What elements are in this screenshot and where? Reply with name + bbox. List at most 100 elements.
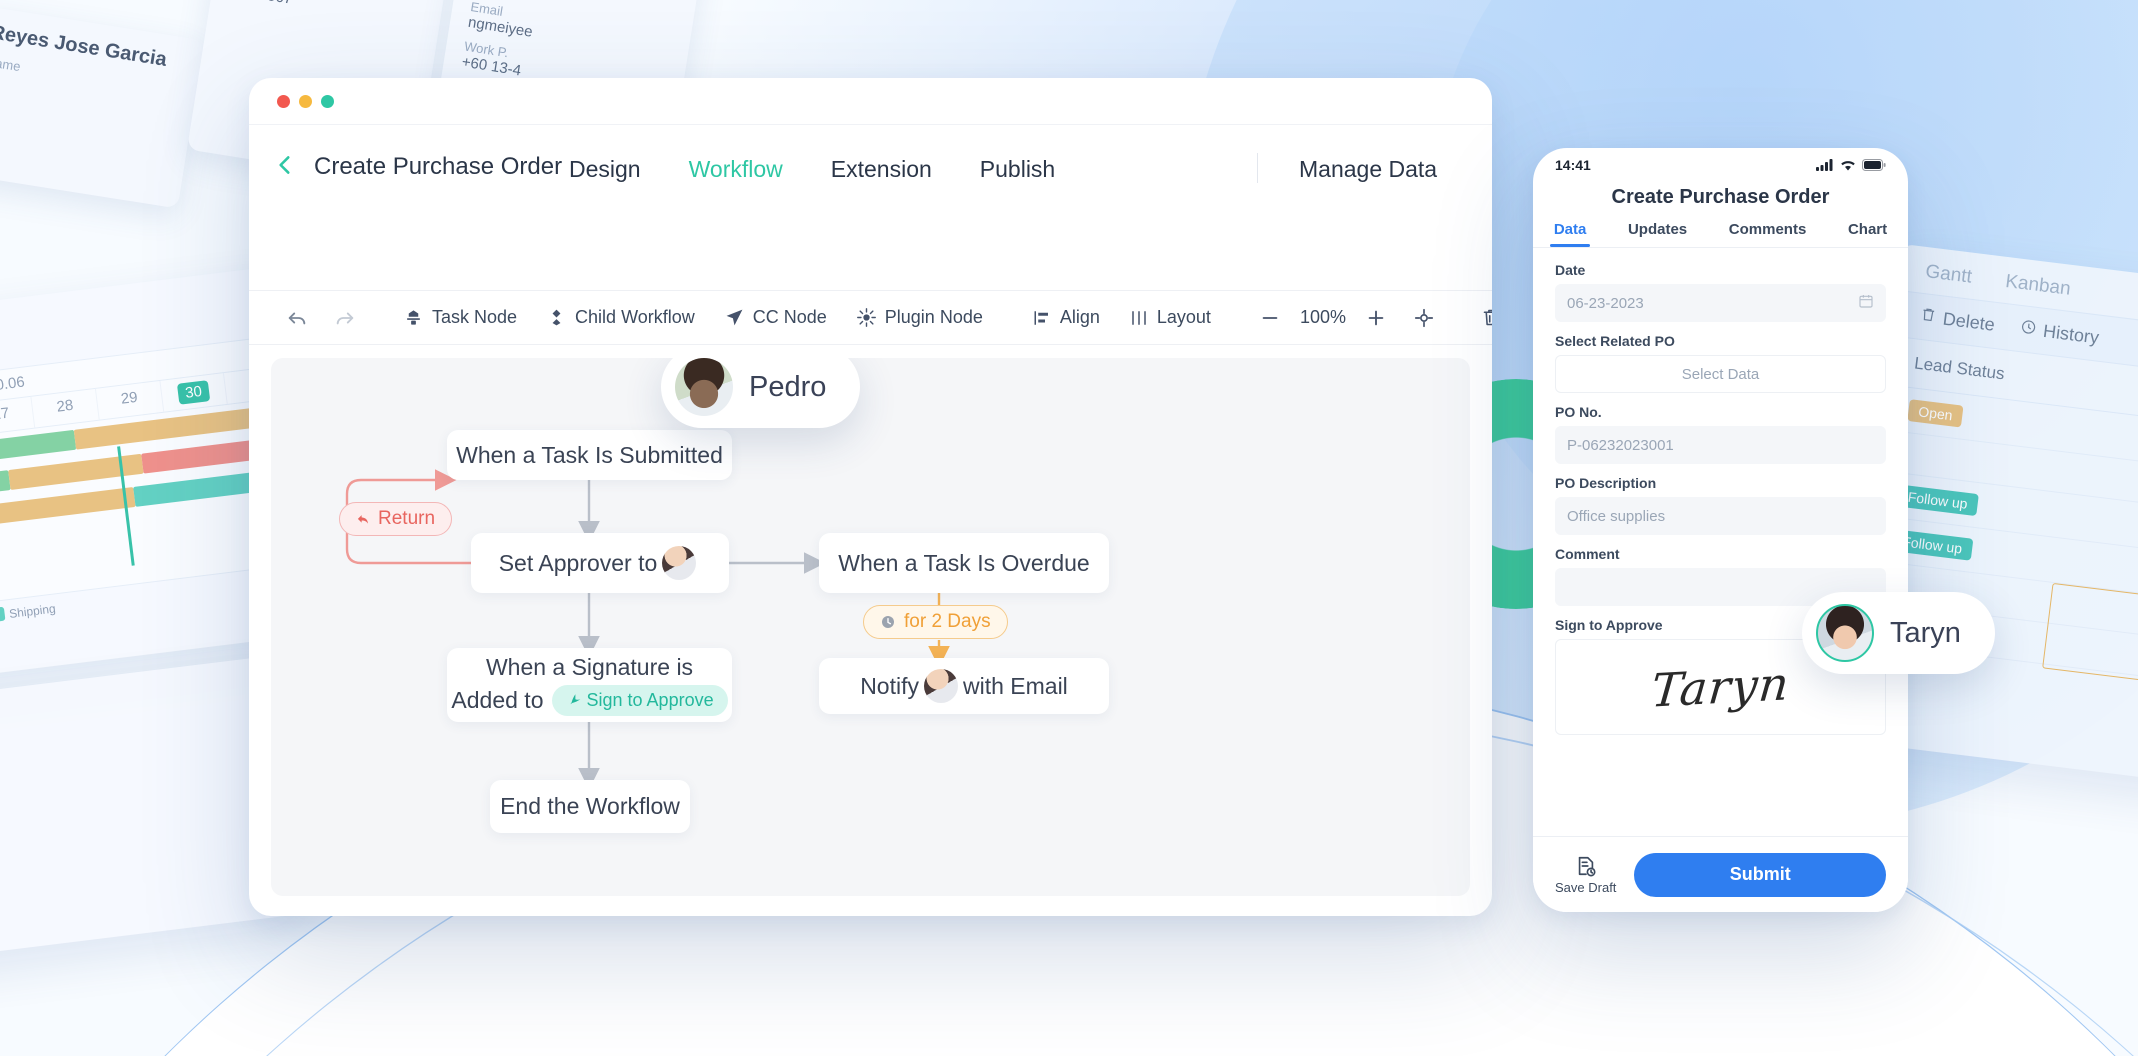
phone-tab-chart[interactable]: Chart — [1848, 221, 1887, 247]
task-node-icon — [404, 308, 423, 327]
toolbar-plugin-node[interactable]: Plugin Node — [842, 307, 998, 328]
trash-icon — [1919, 306, 1937, 329]
bg-table-tool: Delete — [1919, 306, 1996, 336]
field-label: PO Description — [1555, 475, 1657, 491]
node-when-task-overdue[interactable]: When a Task Is Overdue — [819, 533, 1109, 593]
calendar-icon[interactable] — [1858, 293, 1874, 313]
field-value: 06-23-2023 — [1567, 294, 1644, 312]
phone-footer: Save Draft Submit — [1533, 836, 1908, 912]
clock-icon — [882, 616, 894, 628]
tablet-window: Create Purchase Order Design Workflow Exte… — [249, 78, 1492, 916]
delete-button[interactable] — [1468, 307, 1492, 328]
toolbar-layout[interactable]: Layout — [1115, 307, 1226, 328]
return-icon — [357, 514, 368, 524]
person-pill-taryn[interactable]: Taryn — [1802, 592, 1995, 674]
badge-label: for 2 Days — [904, 611, 991, 632]
child-workflow-icon — [547, 308, 566, 327]
node-label: When a Task Is Submitted — [456, 441, 723, 468]
gantt-bar — [0, 429, 77, 466]
zoom-out-button[interactable] — [1246, 307, 1294, 329]
workflow-canvas[interactable]: When a Task Is Submitted Set Approver to… — [271, 358, 1470, 896]
phone-tab-comments[interactable]: Comments — [1729, 221, 1807, 247]
redo-icon[interactable] — [321, 307, 369, 329]
tab-workflow[interactable]: Workflow — [689, 156, 783, 183]
gantt-legend-item: Shipping — [0, 600, 56, 623]
nav-divider — [1257, 153, 1258, 183]
bg-table-tool: History — [2019, 318, 2100, 348]
node-set-approver[interactable]: Set Approver to — [471, 533, 729, 593]
chip-label: Sign to Approve — [586, 690, 714, 710]
field-label: Comment — [1555, 546, 1620, 562]
node-label-post: with Email — [962, 672, 1068, 699]
phone-title: Create Purchase Order — [1611, 186, 1830, 208]
bg-table-tab: Kanban — [2004, 270, 2072, 300]
toolbar-item-label: Task Node — [432, 307, 518, 327]
close-icon[interactable] — [277, 94, 290, 108]
field-label: Select Related PO — [1555, 333, 1675, 349]
badge-return[interactable]: Return — [339, 502, 453, 536]
tab-extension[interactable]: Extension — [831, 156, 932, 183]
node-notify-with-email[interactable]: Notify with Email — [819, 658, 1109, 714]
minimize-icon[interactable] — [299, 94, 312, 108]
layout-label: Layout — [1156, 307, 1211, 327]
toolbar-cc-node[interactable]: CC Node — [710, 307, 842, 328]
recenter-button[interactable] — [1400, 307, 1448, 329]
input-po-no[interactable]: P-06232023001 — [1555, 426, 1886, 464]
person-pill-pedro[interactable]: Pedro — [661, 358, 861, 428]
input-po-description[interactable]: Office supplies — [1555, 497, 1886, 535]
node-when-task-submitted[interactable]: When a Task Is Submitted — [447, 430, 732, 480]
node-label-line1: When a Signature is — [485, 654, 694, 680]
toolbar-item-label: Plugin Node — [884, 307, 983, 327]
field-group: Select Related PO Select Data — [1555, 333, 1886, 393]
field-value: P-06232023001 — [1567, 436, 1674, 454]
phone-tab-data[interactable]: Data — [1549, 221, 1590, 247]
node-end-workflow[interactable]: End the Workflow — [490, 780, 690, 833]
wifi-icon — [1841, 161, 1855, 171]
node-label: When a Task Is Overdue — [838, 549, 1090, 576]
manage-data-link[interactable]: Manage Data — [1299, 156, 1437, 183]
tab-publish[interactable]: Publish — [980, 156, 1055, 183]
app-header: Create Purchase Order Design Workflow Exte… — [249, 124, 1492, 328]
status-badge: Follow up — [1896, 484, 1979, 517]
status-time: 14:41 — [1555, 157, 1591, 173]
toolbar-task-node[interactable]: Task Node — [389, 307, 532, 328]
tab-design[interactable]: Design — [569, 156, 641, 183]
clock-icon — [2019, 318, 2037, 341]
zoom-in-button[interactable] — [1352, 307, 1400, 329]
field-label: PO No. — [1555, 404, 1602, 420]
battery-icon — [1862, 159, 1886, 171]
zoom-level: 100% — [1299, 307, 1346, 327]
align-label: Align — [1059, 307, 1100, 327]
node-label-line2: Added to — [451, 687, 544, 713]
phone-tab-updates[interactable]: Updates — [1628, 221, 1687, 247]
toolbar-item-label: Child Workflow — [575, 307, 695, 327]
align-icon — [1033, 309, 1051, 327]
node-when-signature-added[interactable]: When a Signature is Added to Sign to App… — [447, 648, 732, 722]
input-date[interactable]: 06-23-2023 — [1555, 284, 1886, 322]
badge-label: Return — [378, 508, 436, 529]
save-draft-label: Save Draft — [1555, 879, 1617, 895]
top-navigation: Design Workflow Extension Publish — [569, 156, 1055, 183]
plugin-node-icon — [856, 308, 876, 327]
person-name: Pedro — [749, 370, 827, 403]
submit-button[interactable]: Submit — [1634, 852, 1886, 897]
save-draft-button[interactable]: Save Draft — [1555, 855, 1616, 895]
node-label: Set Approver to — [498, 549, 658, 576]
input-select-related-po[interactable]: Select Data — [1555, 355, 1886, 393]
chevron-left-icon[interactable] — [272, 152, 298, 178]
avatar — [675, 358, 733, 416]
undo-icon[interactable] — [273, 307, 321, 329]
avatar — [923, 669, 958, 703]
field-label: Date — [1555, 262, 1586, 278]
toolbar-child-workflow[interactable]: Child Workflow — [532, 307, 710, 328]
toolbar-item-label: CC Node — [752, 307, 827, 327]
toolbar-align[interactable]: Align — [1018, 307, 1115, 328]
maximize-icon[interactable] — [321, 94, 334, 108]
person-name: Taryn — [1890, 616, 1961, 649]
badge-delay[interactable]: for 2 Days — [863, 605, 1008, 639]
phone-mockup: 14:41 Create Purchase Order Data Updates C… — [1533, 148, 1908, 912]
cc-node-icon — [725, 308, 744, 327]
editor-toolbar: Task Node Child Workflow CC Node Plugin … — [249, 290, 1492, 345]
gantt-today: 30 — [177, 380, 211, 405]
sign-to-approve-chip[interactable]: Sign to Approve — [551, 685, 728, 716]
